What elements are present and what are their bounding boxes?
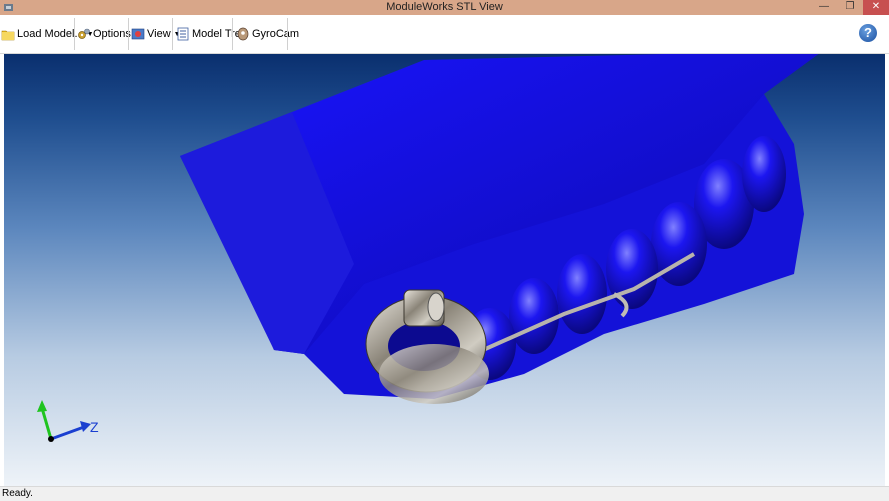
tooth — [557, 254, 607, 334]
minimize-button[interactable]: — — [813, 0, 835, 15]
axis-z-label: Z — [90, 419, 99, 435]
stl-model-render: Z — [37, 54, 819, 442]
tooth — [742, 136, 786, 212]
view-icon — [131, 28, 145, 40]
folder-icon — [1, 30, 15, 41]
toolbar-divider — [287, 18, 288, 50]
title-bar: ModuleWorks STL View — ❐ ✕ — [0, 0, 889, 15]
status-text: Ready. — [2, 488, 33, 499]
help-icon[interactable]: ? — [859, 24, 877, 42]
gears-icon — [78, 28, 90, 39]
toolbar-divider — [128, 18, 129, 50]
model-viewport[interactable]: Z — [4, 54, 885, 486]
tooth — [509, 278, 559, 354]
restore-button[interactable]: ❐ — [839, 0, 861, 15]
gyrocam-button[interactable]: GyroCam — [236, 15, 299, 53]
toolbar: Load Model... ▼ Options ▼ View ▼ Model T… — [0, 15, 889, 54]
options-label: Options — [93, 28, 131, 40]
view-label: View — [147, 28, 171, 40]
gyrocam-label: GyroCam — [252, 28, 300, 40]
window-title: ModuleWorks STL View — [386, 1, 503, 13]
toolbar-divider — [232, 18, 233, 50]
close-button[interactable]: ✕ — [863, 0, 889, 15]
tree-icon — [177, 27, 189, 41]
gyrocam-icon — [237, 27, 249, 41]
view-button[interactable]: View ▼ — [131, 15, 181, 53]
toolbar-divider — [172, 18, 173, 50]
status-bar: Ready. — [0, 486, 889, 501]
toolbar-divider — [74, 18, 75, 50]
axis-triad: Z — [37, 400, 99, 442]
